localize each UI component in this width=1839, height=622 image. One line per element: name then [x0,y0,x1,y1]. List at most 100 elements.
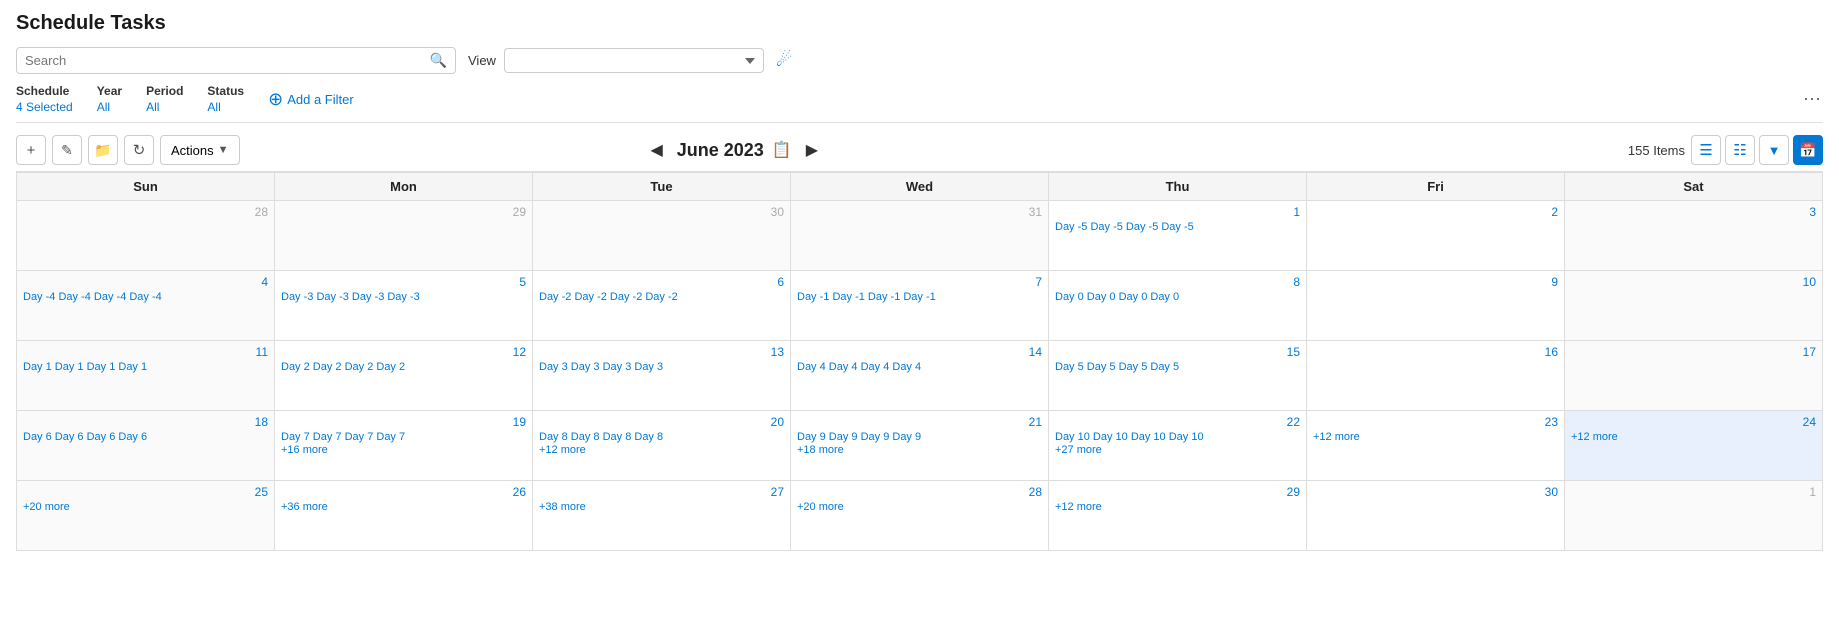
actions-label: Actions [171,143,214,158]
calendar-cell[interactable]: 15 Day 5 Day 5 Day 5 Day 5 [1049,341,1307,411]
calendar-cell[interactable]: 16 [1307,341,1565,411]
header-sun: Sun [17,173,275,201]
calendar-cell[interactable]: 20 Day 8 Day 8 Day 8 Day 8+12 more [533,411,791,481]
calendar-cell[interactable]: 23+12 more [1307,411,1565,481]
calendar-cell[interactable]: 3 [1565,201,1823,271]
calendar-week-0: 282930 31 1Day -5 Day -5 Day -5 Day -523 [17,201,1823,271]
day-event[interactable]: Day 10 Day 10 Day 10 Day 10 [1055,431,1300,443]
more-link[interactable]: +12 more [1571,431,1816,443]
filter-period-value[interactable]: All [146,100,183,114]
day-event[interactable]: Day 1 Day 1 Day 1 Day 1 [23,361,268,373]
calendar-cell[interactable]: 24+12 more [1565,411,1823,481]
prev-month-button[interactable]: ◀ [644,138,668,162]
calendar-cell[interactable]: 25+20 more [17,481,275,551]
day-event[interactable]: Day 4 Day 4 Day 4 Day 4 [797,361,1042,373]
view-grid-icon[interactable]: ☷ [1725,135,1755,165]
day-number: 20 [539,415,784,429]
day-event[interactable]: Day -4 Day -4 Day -4 Day -4 [23,291,268,303]
add-filter-button[interactable]: ⊕ Add a Filter [268,89,354,110]
day-event[interactable]: Day -1 Day -1 Day -1 Day -1 [797,291,1042,303]
calendar-cell[interactable]: 14 Day 4 Day 4 Day 4 Day 4 [791,341,1049,411]
calendar-cell[interactable]: 1Day -5 Day -5 Day -5 Day -5 [1049,201,1307,271]
calendar-cell[interactable]: 27+38 more [533,481,791,551]
view-gantt-icon[interactable]: ▼ [1759,135,1789,165]
actions-button[interactable]: Actions ▼ [160,135,240,165]
calendar-cell[interactable]: 29+12 more [1049,481,1307,551]
day-number: 8 [1055,275,1300,289]
filter-year-label: Year [97,84,122,98]
filter-year: Year All [97,84,122,114]
calendar-cell[interactable]: 22 Day 10 Day 10 Day 10 Day 10+27 more [1049,411,1307,481]
edit-button[interactable]: ✎ [52,135,82,165]
calendar-cell[interactable]: 11Day 1 Day 1 Day 1 Day 1 [17,341,275,411]
more-link[interactable]: +36 more [281,501,526,513]
calendar-cell[interactable]: 26+36 more [275,481,533,551]
calendar-cell[interactable]: 13Day 3 Day 3 Day 3 Day 3 [533,341,791,411]
day-number: 22 [1055,415,1300,429]
page-title: Schedule Tasks [16,12,1823,35]
day-event[interactable]: Day 5 Day 5 Day 5 Day 5 [1055,361,1300,373]
day-event[interactable]: Day -3 Day -3 Day -3 Day -3 [281,291,526,303]
calendar-cell[interactable]: 31 [791,201,1049,271]
day-event[interactable]: Day -5 Day -5 Day -5 Day -5 [1055,221,1300,233]
calendar-cell[interactable]: 9 [1307,271,1565,341]
calendar-cell[interactable]: 8 Day 0 Day 0 Day 0 Day 0 [1049,271,1307,341]
header-tue: Tue [533,173,791,201]
calendar-copy-icon[interactable]: 📋 [772,140,792,160]
more-link[interactable]: +20 more [797,501,1042,513]
calendar-cell[interactable]: 1 [1565,481,1823,551]
calendar-cell[interactable]: 17 [1565,341,1823,411]
calendar-cell[interactable]: 7Day -1 Day -1 Day -1 Day -1 [791,271,1049,341]
filter-icon[interactable]: ☄ [776,50,792,71]
more-link[interactable]: +12 more [1313,431,1558,443]
calendar-cell[interactable]: 18Day 6 Day 6 Day 6 Day 6 [17,411,275,481]
add-filter-label: Add a Filter [287,92,353,107]
day-event[interactable]: Day 9 Day 9 Day 9 Day 9 [797,431,1042,443]
day-event[interactable]: Day 2 Day 2 Day 2 Day 2 [281,361,526,373]
more-options-icon[interactable]: ⋯ [1803,89,1823,110]
more-link[interactable]: +12 more [539,444,784,456]
day-number: 15 [1055,345,1300,359]
calendar-cell[interactable]: 6Day -2 Day -2 Day -2 Day -2 [533,271,791,341]
calendar-cell[interactable]: 30 [533,201,791,271]
calendar-cell[interactable]: 29 [275,201,533,271]
calendar-cell[interactable]: 19Day 7 Day 7 Day 7 Day 7+16 more [275,411,533,481]
toolbar: + ✎ 📁 ↻ Actions ▼ ◀ June 2023 📋 ▶ 155 It… [16,129,1823,172]
calendar-cell[interactable]: 21Day 9 Day 9 Day 9 Day 9+18 more [791,411,1049,481]
day-number: 12 [281,345,526,359]
day-number: 14 [797,345,1042,359]
day-number: 31 [797,205,1042,219]
calendar-cell[interactable]: 4Day -4 Day -4 Day -4 Day -4 [17,271,275,341]
more-link[interactable]: +12 more [1055,501,1300,513]
calendar-cell[interactable]: 28+20 more [791,481,1049,551]
more-link[interactable]: +16 more [281,444,526,456]
calendar-cell[interactable]: 2 [1307,201,1565,271]
day-event[interactable]: Day 3 Day 3 Day 3 Day 3 [539,361,784,373]
filter-status: Status All [207,84,244,114]
more-link[interactable]: +18 more [797,444,1042,456]
view-calendar-icon[interactable]: 📅 [1793,135,1823,165]
filter-schedule-value[interactable]: 4 Selected [16,100,73,114]
view-list-icon[interactable]: ☰ [1691,135,1721,165]
day-event[interactable]: Day 6 Day 6 Day 6 Day 6 [23,431,268,443]
filter-status-value[interactable]: All [207,100,244,114]
calendar-cell[interactable]: 5Day -3 Day -3 Day -3 Day -3 [275,271,533,341]
calendar-cell[interactable]: 12 Day 2 Day 2 Day 2 Day 2 [275,341,533,411]
more-link[interactable]: +20 more [23,501,268,513]
view-select[interactable] [504,48,764,73]
filter-year-value[interactable]: All [97,100,122,114]
refresh-button[interactable]: ↻ [124,135,154,165]
more-link[interactable]: +38 more [539,501,784,513]
day-event[interactable]: Day 7 Day 7 Day 7 Day 7 [281,431,526,443]
day-event[interactable]: Day 0 Day 0 Day 0 Day 0 [1055,291,1300,303]
day-event[interactable]: Day -2 Day -2 Day -2 Day -2 [539,291,784,303]
next-month-button[interactable]: ▶ [800,138,824,162]
calendar-cell[interactable]: 30 [1307,481,1565,551]
search-input[interactable] [25,53,430,68]
calendar-cell[interactable]: 28 [17,201,275,271]
more-link[interactable]: +27 more [1055,444,1300,456]
folder-button[interactable]: 📁 [88,135,118,165]
calendar-cell[interactable]: 10 [1565,271,1823,341]
add-button[interactable]: + [16,135,46,165]
day-event[interactable]: Day 8 Day 8 Day 8 Day 8 [539,431,784,443]
